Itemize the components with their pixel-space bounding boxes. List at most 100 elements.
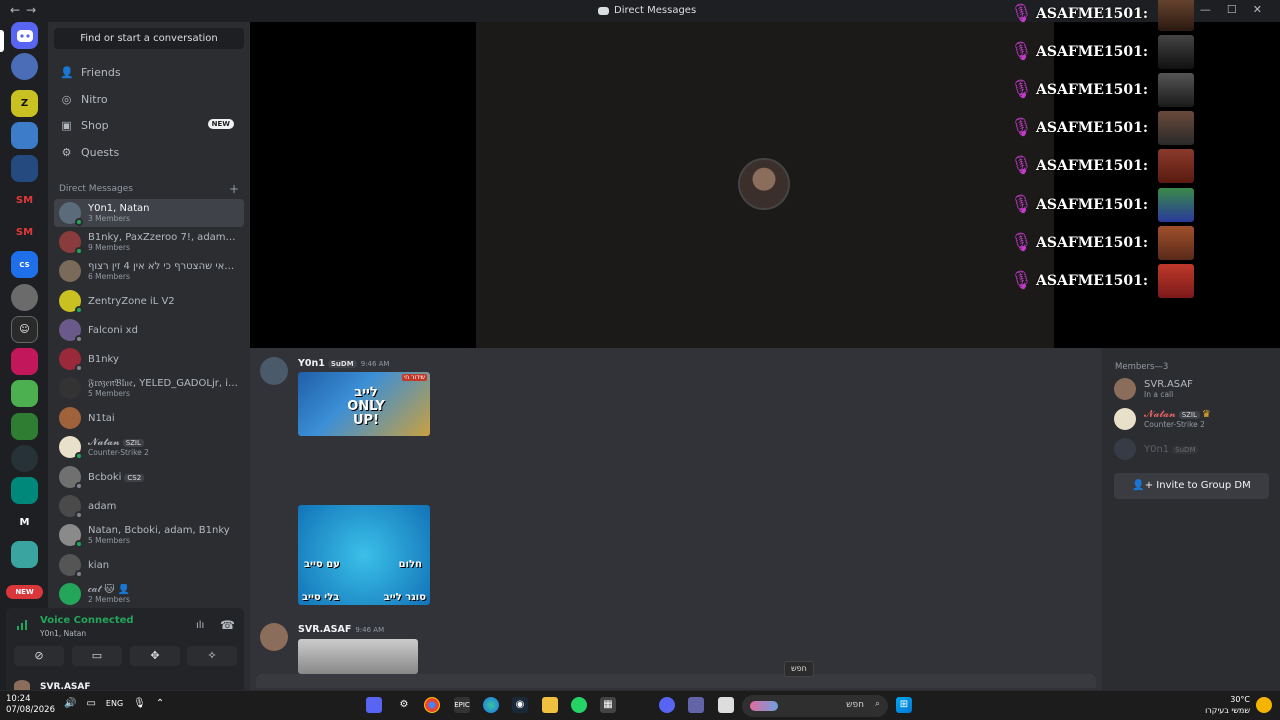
image-attachment[interactable]: שידור חי לייב ONLY UP!: [298, 372, 430, 436]
server-icon[interactable]: [11, 413, 38, 440]
nav-shop[interactable]: ▣ Shop NEW: [54, 113, 244, 137]
invite-button[interactable]: 👤+ Invite to Group DM: [1114, 473, 1269, 499]
activities-button[interactable]: ✥: [130, 646, 180, 666]
dm-item[interactable]: Falconi xd: [54, 316, 244, 344]
overlay-entry: 🎙 ASAFME1501:: [1010, 71, 1194, 109]
server-icon[interactable]: [11, 155, 38, 182]
chrome-icon[interactable]: [424, 697, 440, 713]
avatar[interactable]: [260, 623, 288, 651]
avatar: [1114, 438, 1136, 460]
dm-item[interactable]: adam: [54, 492, 244, 520]
dm-item[interactable]: B1nky: [54, 345, 244, 373]
server-icon[interactable]: [11, 445, 38, 472]
system-tray: 🔊 ▭ ENG 🎙 ⌃: [64, 698, 164, 709]
screen-share-button[interactable]: ▭: [72, 646, 122, 666]
avatar: [59, 231, 83, 255]
steam-icon[interactable]: ◉: [512, 697, 528, 713]
folder-icon[interactable]: [542, 697, 558, 713]
dm-sub: Counter-Strike 2: [88, 448, 149, 457]
nav-friends[interactable]: 👤 Friends: [54, 60, 244, 84]
nav-nitro[interactable]: ◎ Nitro: [54, 87, 244, 111]
avatar: [1158, 188, 1194, 222]
dm-item[interactable]: 𝒸𝒶𝓉 🐱 👤 2 Members: [54, 580, 244, 608]
clock[interactable]: 10:24 07/08/2026: [6, 694, 55, 716]
avatar: [59, 260, 81, 282]
windows-start-icon[interactable]: ⊞: [896, 697, 912, 713]
microphone-icon[interactable]: 🎙: [133, 698, 146, 709]
message-author[interactable]: SVR.ASAF 9:46 AM: [298, 624, 384, 635]
member-item[interactable]: 𝓝𝓪𝓽𝓪𝓷 SZIL ♛ Counter-Strike 2: [1114, 408, 1211, 430]
home-button[interactable]: [11, 22, 38, 49]
server-icon[interactable]: ☺: [11, 316, 38, 343]
noise-suppression-icon[interactable]: ılı: [196, 620, 204, 631]
message-composer[interactable]: [256, 674, 1096, 688]
server-icon[interactable]: [11, 122, 38, 149]
voice-status[interactable]: Voice Connected: [40, 615, 134, 626]
server-icon[interactable]: CS: [11, 251, 38, 278]
dm-name: 𝒸𝒶𝓉 🐱 👤: [88, 584, 131, 595]
server-icon[interactable]: [11, 541, 38, 568]
server-icon[interactable]: Z: [11, 90, 38, 117]
epic-games-icon[interactable]: EPIC: [454, 697, 470, 713]
teams-icon[interactable]: [688, 697, 704, 713]
disconnect-icon[interactable]: ☎: [220, 618, 235, 632]
dm-item[interactable]: Natan, Bcboki, adam, B1nky 5 Members: [54, 521, 244, 549]
member-status: Counter-Strike 2: [1144, 420, 1205, 429]
discord-icon[interactable]: [659, 697, 675, 713]
network-icon[interactable]: ▭: [86, 698, 95, 709]
find-conversation-button[interactable]: Find or start a conversation: [54, 28, 244, 49]
dm-item[interactable]: ZentryZone iL V2: [54, 287, 244, 315]
server-icon[interactable]: [11, 477, 38, 504]
taskbar-search[interactable]: חפש ⌕: [742, 695, 888, 717]
server-icon[interactable]: SM: [11, 187, 38, 214]
server-icon[interactable]: [11, 348, 38, 375]
dm-item[interactable]: Y0n1, Natan 3 Members: [54, 199, 244, 227]
avatar[interactable]: [260, 357, 288, 385]
call-avatar[interactable]: [738, 158, 790, 210]
dm-item[interactable]: וניתאי שהצטרף כי לא אין 4 זין רצוף 6 Memb…: [54, 257, 244, 285]
server-icon[interactable]: [11, 380, 38, 407]
message-time: 9:46 AM: [360, 360, 390, 368]
volume-icon[interactable]: 🔊: [64, 698, 76, 709]
weather-widget[interactable]: 30°C שמשי בעיקרו: [1205, 694, 1250, 716]
member-status: In a call: [1144, 390, 1174, 399]
dm-item[interactable]: Bcboki CS2: [54, 463, 244, 491]
gmail-icon[interactable]: M: [11, 509, 38, 536]
soundboard-button[interactable]: ✧: [187, 646, 237, 666]
window-title: Direct Messages: [598, 5, 696, 16]
server-rail: Z SM SM CS ☺ M NEW: [0, 22, 48, 690]
member-item[interactable]: Y0n1 SuDM: [1114, 438, 1199, 460]
dm-item[interactable]: B1nky, PaxZzeroo 7!, adam, Bcb...9 Membe…: [54, 228, 244, 256]
message-author[interactable]: Y0n1 SuDM 9:46 AM: [298, 358, 389, 369]
minimize-button[interactable]: —: [1200, 3, 1211, 16]
edge-icon[interactable]: [483, 697, 499, 713]
maximize-button[interactable]: ☐: [1227, 3, 1237, 16]
server-icon[interactable]: SM: [11, 219, 38, 246]
nav-arrows[interactable]: ←→: [10, 3, 42, 17]
app-icon[interactable]: [366, 697, 382, 713]
chevron-up-icon[interactable]: ⌃: [156, 698, 164, 709]
camera-off-button[interactable]: ⊘: [14, 646, 64, 666]
image-attachment[interactable]: עם סייב חלום בלי סייב סוגר לייב: [298, 505, 430, 605]
language-indicator[interactable]: ENG: [106, 699, 123, 708]
dm-item[interactable]: 𝔉𝔯𝔬𝔷𝔢𝔫𝔅𝔩𝔲𝔢, YELED_GADOLjr, it... 5 Member…: [54, 374, 244, 402]
server-icon[interactable]: [11, 284, 38, 311]
server-icon[interactable]: [11, 53, 38, 80]
whatsapp-icon[interactable]: [571, 697, 587, 713]
dm-item[interactable]: kian: [54, 551, 244, 579]
nav-quests[interactable]: ⚙ Quests: [54, 140, 244, 164]
member-name: SVR.ASAF: [1144, 379, 1193, 390]
close-button[interactable]: ✕: [1253, 3, 1262, 16]
dm-name: Bcboki CS2: [88, 472, 238, 483]
dm-item[interactable]: 𝓝𝓪𝓽𝓪𝓷 SZIL Counter-Strike 2: [54, 433, 244, 461]
app-icon[interactable]: ⚙: [396, 697, 412, 713]
new-badge[interactable]: NEW: [6, 585, 43, 599]
add-dm-button[interactable]: +: [229, 182, 239, 196]
microphone-icon: 🎙: [1010, 79, 1033, 100]
dm-item[interactable]: N1tai: [54, 404, 244, 432]
app-icon[interactable]: [718, 697, 734, 713]
member-item[interactable]: SVR.ASAF In a call: [1114, 378, 1193, 400]
image-attachment[interactable]: [298, 639, 418, 674]
guild-tag: CS2: [124, 473, 145, 482]
store-icon[interactable]: ▦: [600, 697, 616, 713]
